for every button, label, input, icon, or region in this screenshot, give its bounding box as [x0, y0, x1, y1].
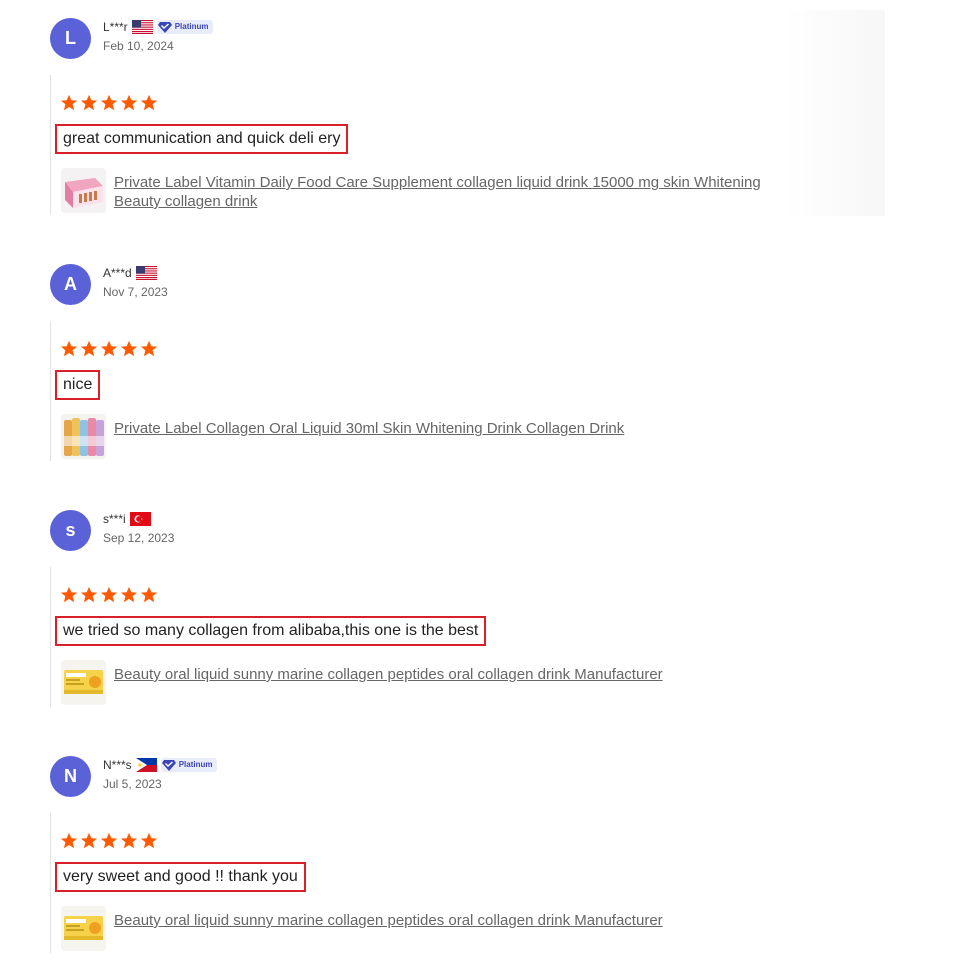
star-icon: [80, 340, 98, 357]
review-card: L L***r Platinum Feb 10, 2024 great comm…: [0, 10, 960, 218]
review-divider: [50, 567, 51, 707]
philippines-flag-icon: [135, 758, 157, 772]
star-rating: [60, 586, 158, 604]
review-divider: [50, 321, 51, 461]
star-icon: [140, 832, 158, 849]
reviewer-info: A***d: [103, 265, 157, 281]
reviews-page: L L***r Platinum Feb 10, 2024 great comm…: [0, 0, 960, 960]
review-date: Sep 12, 2023: [103, 531, 175, 545]
badge-label: Platinum: [174, 22, 209, 31]
star-rating: [60, 340, 158, 358]
platinum-badge: Platinum: [156, 20, 214, 34]
turkey-flag-icon: [129, 512, 151, 526]
product-link[interactable]: Beauty oral liquid sunny marine collagen…: [114, 911, 794, 930]
product-link[interactable]: Beauty oral liquid sunny marine collagen…: [114, 665, 794, 684]
star-rating: [60, 832, 158, 850]
review-comment: very sweet and good !! thank you: [55, 862, 306, 892]
product-link[interactable]: Private Label Collagen Oral Liquid 30ml …: [114, 419, 794, 438]
star-icon: [120, 94, 138, 111]
review-comment: great communication and quick deli ery: [55, 124, 349, 154]
star-rating: [60, 94, 158, 112]
review-date: Jul 5, 2023: [103, 777, 162, 791]
review-comment: nice: [55, 370, 101, 400]
star-icon: [120, 586, 138, 603]
review-divider: [50, 813, 51, 953]
platinum-badge: Platinum: [160, 758, 218, 772]
badge-label: Platinum: [178, 760, 213, 769]
star-icon: [140, 586, 158, 603]
star-icon: [60, 832, 78, 849]
product-link[interactable]: Private Label Vitamin Daily Food Care Su…: [114, 173, 794, 211]
reviewer-info: s***i: [103, 511, 151, 527]
collagen-bottles-thumbnail[interactable]: [61, 414, 106, 459]
avatar: s: [50, 510, 91, 551]
star-icon: [60, 586, 78, 603]
review-card: N N***s Platinum Jul 5, 2023 very sweet …: [0, 756, 960, 956]
collagen-sachet-thumbnail[interactable]: [61, 660, 106, 705]
star-icon: [100, 94, 118, 111]
star-icon: [120, 832, 138, 849]
reviewer-info: N***s Platinum: [103, 757, 218, 773]
us-flag-icon: [135, 266, 157, 280]
star-icon: [60, 94, 78, 111]
star-icon: [100, 832, 118, 849]
review-date: Feb 10, 2024: [103, 39, 174, 53]
reviewer-name: L***r: [103, 20, 128, 34]
review-card: A A***d Nov 7, 2023 nice Private Label C…: [0, 264, 960, 464]
review-card: s s***i Sep 12, 2023 we tried so many co…: [0, 510, 960, 710]
star-icon: [80, 94, 98, 111]
star-icon: [140, 340, 158, 357]
review-comment: we tried so many collagen from alibaba,t…: [55, 616, 487, 646]
review-divider: [50, 75, 51, 215]
diamond-icon: [161, 760, 176, 771]
us-flag-icon: [131, 20, 153, 34]
star-icon: [120, 340, 138, 357]
star-icon: [100, 340, 118, 357]
star-icon: [80, 832, 98, 849]
star-icon: [80, 586, 98, 603]
avatar: N: [50, 756, 91, 797]
reviewer-name: s***i: [103, 512, 126, 526]
diamond-icon: [157, 22, 172, 33]
review-date: Nov 7, 2023: [103, 285, 168, 299]
star-icon: [100, 586, 118, 603]
star-icon: [140, 94, 158, 111]
collagen-sachet-thumbnail[interactable]: [61, 906, 106, 951]
reviewer-info: L***r Platinum: [103, 19, 214, 35]
reviewer-name: A***d: [103, 266, 132, 280]
avatar: A: [50, 264, 91, 305]
vitamin-box-thumbnail[interactable]: [61, 168, 106, 213]
avatar: L: [50, 18, 91, 59]
reviewer-name: N***s: [103, 758, 132, 772]
star-icon: [60, 340, 78, 357]
